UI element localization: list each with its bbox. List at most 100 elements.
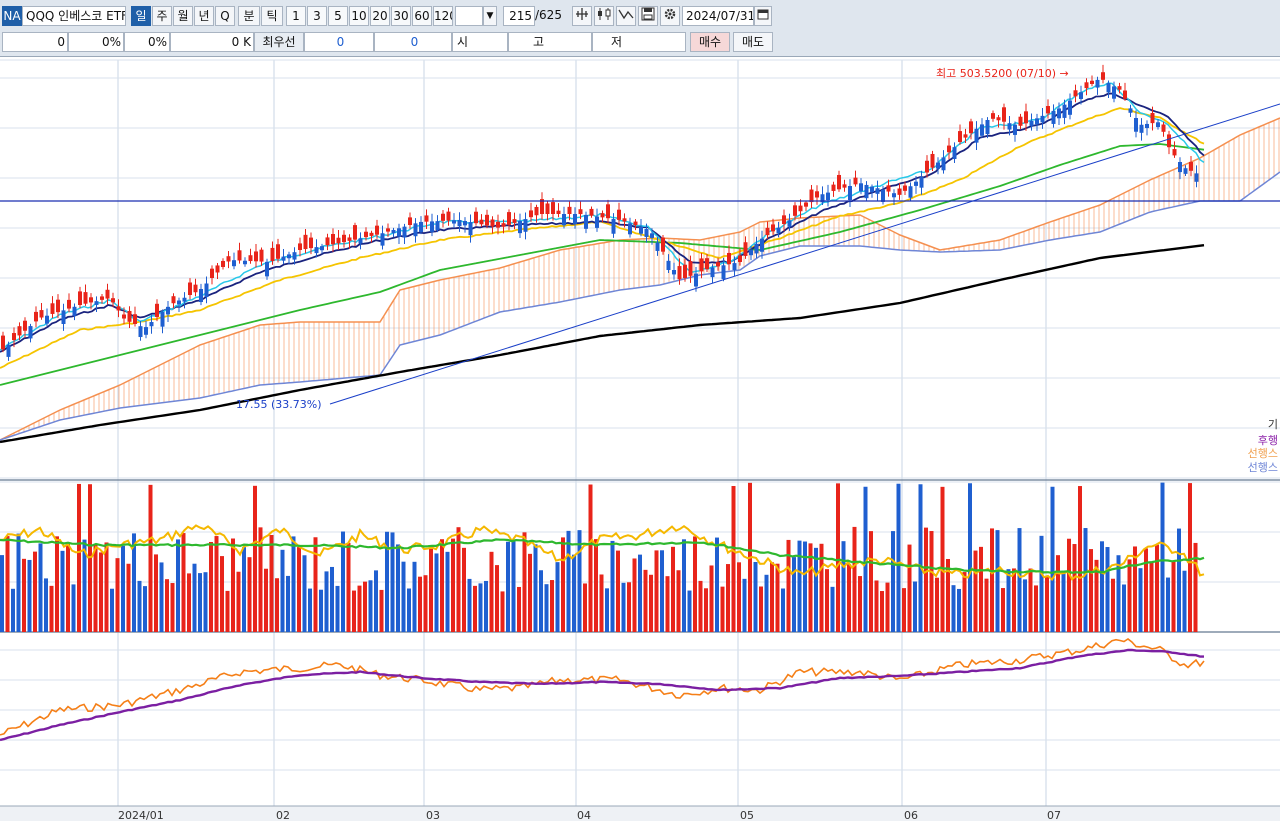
period-day-button[interactable]: 일 [131, 6, 151, 26]
price-chart[interactable]: 17.55 (33.73%) 최고 503.5200 (07/10) → 기 후… [0, 56, 1280, 821]
candle [958, 131, 962, 142]
candle [760, 238, 764, 252]
volume-bar [594, 539, 598, 632]
interval-20-button[interactable]: 20 [370, 6, 390, 26]
candle [787, 220, 792, 227]
volume-bar [1078, 486, 1082, 632]
candle [886, 185, 891, 192]
candle [870, 186, 874, 192]
candle [743, 242, 748, 256]
volume-bar [368, 580, 373, 632]
volume-bar [891, 531, 895, 632]
candle [661, 237, 665, 252]
chart-grid [0, 59, 1280, 806]
volume-bar [973, 550, 978, 632]
best-quote-label: 최우선 [254, 32, 304, 52]
candle [974, 128, 979, 143]
volume-bar [478, 583, 483, 632]
interval-30-button[interactable]: 30 [391, 6, 411, 26]
candle [980, 124, 984, 136]
count-input[interactable]: 215 [503, 6, 535, 26]
volume-bar [759, 586, 763, 632]
candle [644, 228, 649, 237]
candle [56, 299, 60, 313]
period-quarter-button[interactable]: Q [215, 6, 235, 26]
interval-10-button[interactable]: 10 [349, 6, 369, 26]
candle [166, 306, 170, 315]
candle [116, 306, 121, 311]
settings-gear-icon[interactable] [660, 6, 680, 26]
buy-button[interactable]: 매수 [690, 32, 730, 52]
interval-dropdown-icon[interactable]: ▼ [483, 6, 497, 26]
volume-bar [929, 531, 934, 632]
crosshair-tool-icon[interactable] [572, 6, 592, 26]
volume-bar [693, 536, 697, 632]
candle [600, 213, 605, 218]
trendline-tool-icon[interactable] [616, 6, 636, 26]
volume-bar [33, 551, 37, 632]
candle [617, 209, 621, 220]
candle [270, 247, 275, 261]
candle [573, 214, 577, 224]
volume-bar [935, 577, 939, 632]
candle [738, 255, 742, 262]
volume-bar [192, 563, 197, 632]
count-total-label: /625 [535, 8, 562, 22]
candle [210, 268, 214, 278]
volume-bar [126, 563, 131, 632]
volume-bar [308, 588, 312, 632]
interval-1-button[interactable]: 1 [286, 6, 306, 26]
volume-bar [423, 575, 428, 632]
interval-5-button[interactable]: 5 [328, 6, 348, 26]
volume-bar [38, 543, 43, 632]
volume-bar [418, 576, 422, 632]
volume-bar [742, 578, 747, 632]
change-rate-value: 0% [124, 32, 170, 52]
calendar-icon[interactable] [754, 6, 772, 26]
volume-bar [253, 485, 257, 632]
candle-tool-icon[interactable] [594, 6, 614, 26]
volume-bar [704, 588, 708, 632]
volume-bar [198, 573, 202, 632]
volume-bar [786, 539, 791, 632]
interval-3-button[interactable]: 3 [307, 6, 327, 26]
save-icon[interactable] [638, 6, 658, 26]
candle [996, 117, 1001, 121]
volume-bar [555, 562, 560, 632]
candle [705, 258, 709, 270]
period-tick-button[interactable]: 틱 [261, 6, 283, 26]
interval-120-button[interactable]: 120 [433, 6, 453, 26]
interval-60-button[interactable]: 60 [412, 6, 432, 26]
period-month-button[interactable]: 월 [173, 6, 193, 26]
candle [848, 186, 852, 201]
volume-bar [803, 541, 807, 632]
candle [204, 283, 209, 297]
symbol-field[interactable]: QQQ 인베스코 ETF [22, 6, 126, 26]
market-badge[interactable]: NA [2, 6, 22, 26]
period-minute-button[interactable]: 분 [238, 6, 260, 26]
candle [672, 270, 676, 275]
volume-bar [247, 557, 252, 632]
volume-bar [407, 588, 411, 632]
candle [1084, 82, 1089, 89]
interval-custom-input[interactable] [455, 6, 483, 26]
candle [683, 264, 687, 278]
candle [1194, 173, 1199, 182]
period-week-button[interactable]: 주 [152, 6, 172, 26]
period-year-button[interactable]: 년 [194, 6, 214, 26]
volume-bar [962, 572, 967, 632]
volume-bar [1056, 555, 1060, 632]
date-input[interactable]: 2024/07/31 [682, 6, 754, 26]
volume-bar [275, 578, 279, 632]
candle [1046, 106, 1050, 114]
volume-bar [539, 570, 543, 632]
candle [1178, 162, 1182, 173]
sell-button[interactable]: 매도 [733, 32, 773, 52]
volume-bar [814, 547, 818, 632]
candle [727, 252, 731, 265]
high-annotation: 최고 503.5200 (07/10) → [936, 67, 1069, 80]
candle [463, 221, 467, 226]
candle [501, 223, 506, 227]
volume-bar [220, 556, 224, 632]
x-tick-label: 03 [426, 809, 440, 821]
